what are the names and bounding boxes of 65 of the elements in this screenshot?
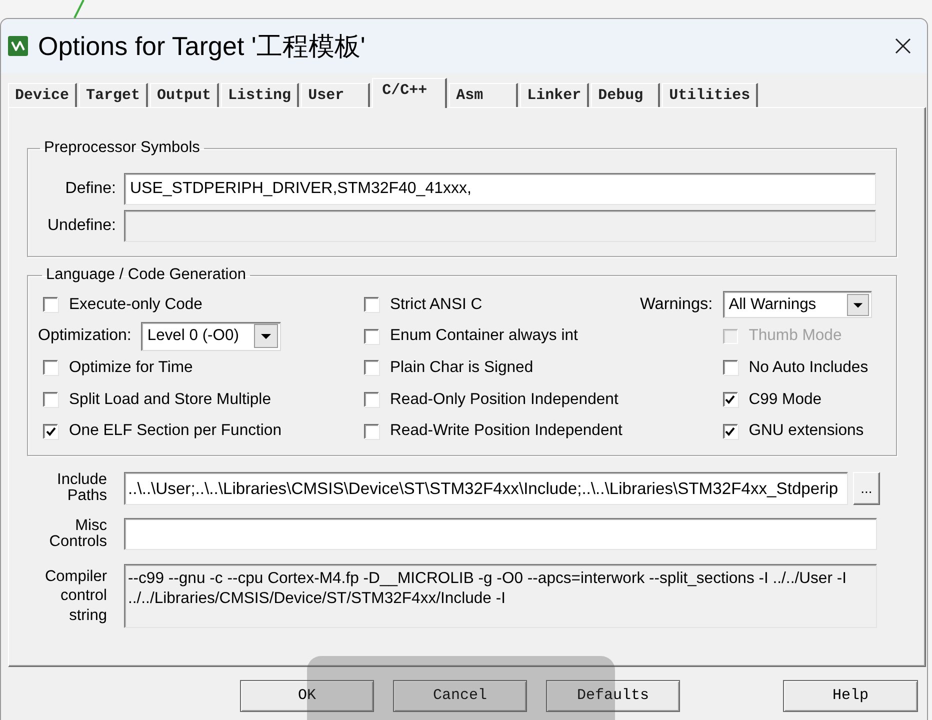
dialog-button[interactable]: OK xyxy=(240,680,374,712)
tab[interactable]: C/C++ xyxy=(372,78,448,108)
text-field[interactable]: USE_STDPERIPH_DRIVER,STM32F40_41xxx, xyxy=(124,173,876,205)
checkbox[interactable] xyxy=(364,297,379,312)
checkbox[interactable] xyxy=(364,328,379,344)
tab[interactable]: Linker xyxy=(520,83,590,107)
checkmark-icon xyxy=(725,426,736,436)
checkbox[interactable] xyxy=(722,392,738,408)
checkbox[interactable] xyxy=(364,424,379,439)
checkbox-label: Enum Container always int xyxy=(390,327,578,346)
field-label: Compiler control string xyxy=(44,566,107,626)
tab[interactable]: Asm xyxy=(449,83,518,107)
field-label: Include Paths xyxy=(56,472,107,505)
checkbox[interactable] xyxy=(364,360,379,376)
group-title: Language / Code Generation xyxy=(45,266,247,284)
dropdown[interactable]: All Warnings xyxy=(722,291,872,318)
checkbox[interactable] xyxy=(43,392,58,408)
checkmark-icon xyxy=(725,395,736,404)
field-label: Optimization: xyxy=(38,327,132,346)
checkbox-label: Read-Write Position Independent xyxy=(390,422,622,440)
checkbox[interactable] xyxy=(43,424,58,439)
checkbox-label: Read-Only Position Independent xyxy=(390,390,618,409)
text-area: --c99 --gnu -c --cpu Cortex-M4.fp -D__MICROLIB -g -O0 --apcs=interwork --split_sections -I ../../User -I ../../Libraries/CMSIS/Device/ST/STM32F4xx/Include -I xyxy=(124,564,877,628)
tab[interactable]: User xyxy=(301,83,370,107)
text-field[interactable] xyxy=(124,518,877,550)
checkbox[interactable] xyxy=(43,360,58,376)
text-field[interactable]: ..\..\User;..\..\Libraries\CMSIS\Device\ST\STM32F4xx\Include;..\..\Libraries\STM32F4xx_Stdperip xyxy=(124,472,848,505)
close-button[interactable] xyxy=(895,38,911,54)
checkbox-label: One ELF Section per Function xyxy=(69,422,282,440)
field-label: Warnings: xyxy=(640,295,713,314)
checkbox-label: Optimize for Time xyxy=(69,358,193,377)
tab[interactable]: Debug xyxy=(591,83,660,107)
checkbox[interactable] xyxy=(43,297,58,312)
field-label: Define: xyxy=(64,180,116,198)
diagonal-line-drawing xyxy=(73,0,85,18)
checkmark-icon xyxy=(46,426,56,436)
checkbox-label: Strict ANSI C xyxy=(390,296,482,314)
checkbox[interactable] xyxy=(722,360,738,376)
checkbox[interactable] xyxy=(722,424,738,439)
checkbox[interactable] xyxy=(364,392,379,408)
checkbox-label: GNU extensions xyxy=(748,422,864,440)
checkbox-label: Execute-only Code xyxy=(69,296,202,314)
checkbox-label: C99 Mode xyxy=(748,390,822,409)
dialog-button[interactable]: Cancel xyxy=(393,680,527,712)
app-logo-icon xyxy=(8,36,28,56)
tab[interactable]: Utilities xyxy=(662,83,758,107)
field-label: Misc Controls xyxy=(48,518,107,551)
dialog-button[interactable]: Help xyxy=(783,680,918,712)
tab[interactable]: Target xyxy=(79,83,148,107)
caret-icon xyxy=(846,294,869,316)
window-title: Options for Target '工程模板' xyxy=(38,30,366,62)
dropdown[interactable]: Level 0 (-O0) xyxy=(141,322,282,351)
caret-icon xyxy=(254,324,278,348)
checkbox-label: Thumb Mode xyxy=(748,327,842,346)
checkbox-label: No Auto Includes xyxy=(748,358,868,377)
tab[interactable]: Device xyxy=(8,83,78,107)
checkbox-label: Plain Char is Signed xyxy=(390,358,534,377)
field-label: Undefine: xyxy=(46,217,116,235)
browse-button[interactable]: ... xyxy=(853,472,880,505)
tab[interactable]: Listing xyxy=(221,83,300,107)
group-title: Preprocessor Symbols xyxy=(43,139,201,157)
close-icon xyxy=(895,38,911,54)
tab[interactable]: Output xyxy=(150,83,220,107)
dialog-button[interactable]: Defaults xyxy=(546,680,680,712)
checkbox-label: Split Load and Store Multiple xyxy=(69,390,271,409)
